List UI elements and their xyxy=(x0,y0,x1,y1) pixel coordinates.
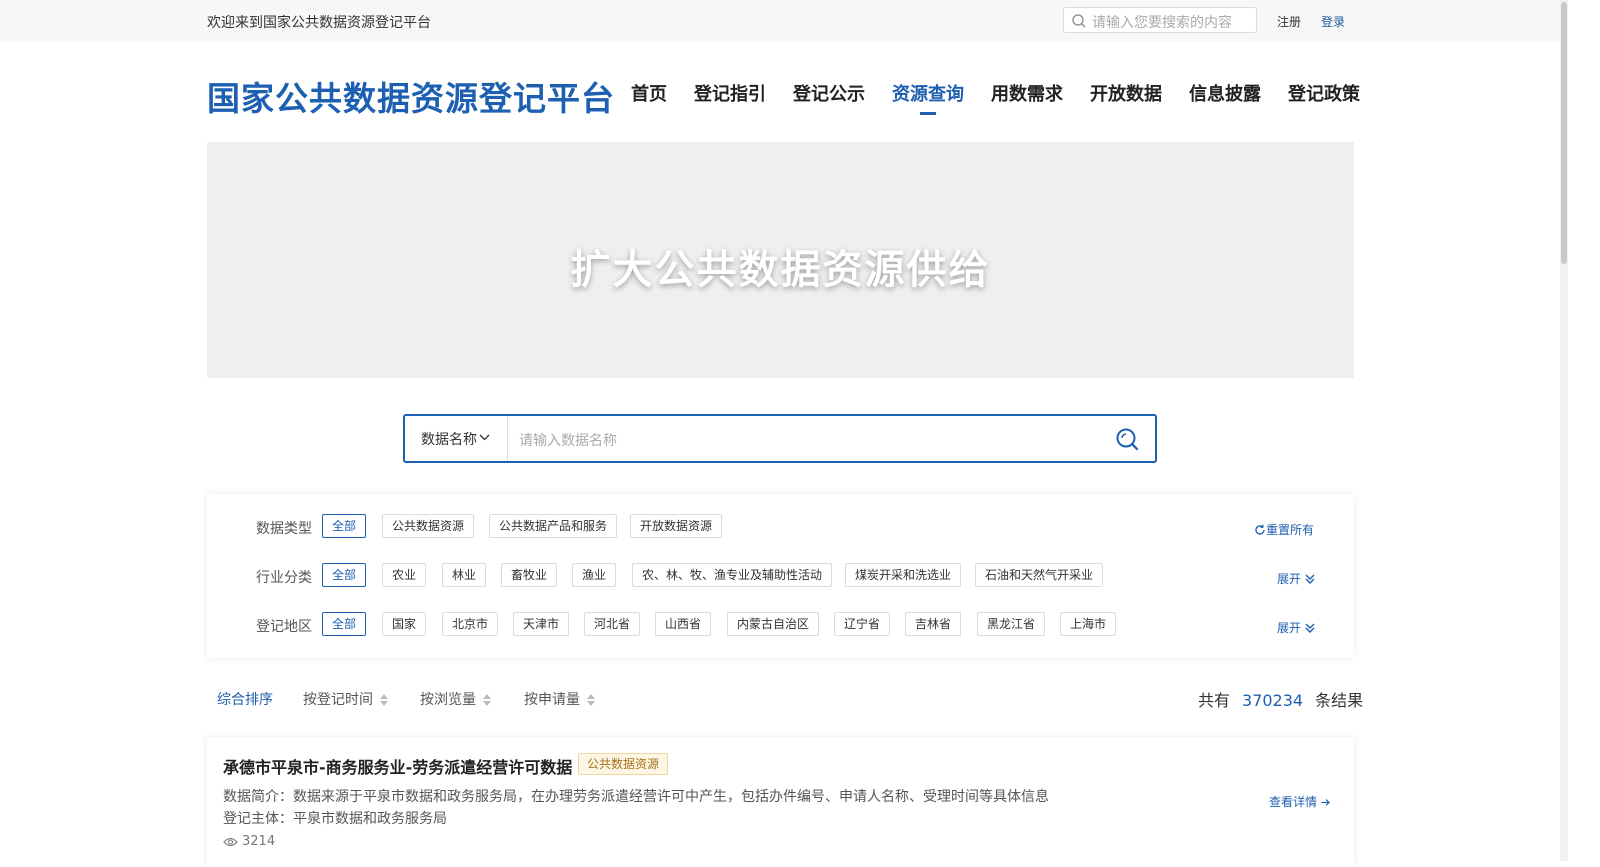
result-count-suffix: 条结果 xyxy=(1315,691,1364,710)
filter-tag[interactable]: 国家 xyxy=(382,612,427,636)
filter-tag[interactable]: 煤炭开采和洗选业 xyxy=(845,563,962,587)
sort-by-applications[interactable]: 按申请量 xyxy=(524,689,595,709)
expand-label: 展开 xyxy=(1277,572,1302,586)
nav-home[interactable]: 首页 xyxy=(631,80,667,106)
filter-tag[interactable]: 黑龙江省 xyxy=(977,612,1046,636)
eye-icon xyxy=(223,837,238,846)
search-button-icon[interactable] xyxy=(1115,427,1139,451)
filter-label-region: 登记地区 xyxy=(256,619,312,635)
result-description: 数据简介：数据来源于平泉市数据和政务服务局，在办理劳务派遣经营许可中产生，包括办… xyxy=(223,789,1049,805)
login-link[interactable]: 登录 xyxy=(1321,13,1345,30)
filter-tag[interactable]: 渔业 xyxy=(572,563,617,587)
filter-tag[interactable]: 林业 xyxy=(442,563,487,587)
sort-by-views[interactable]: 按浏览量 xyxy=(420,689,491,709)
result-count-number: 370234 xyxy=(1242,691,1304,710)
main-nav: 首页 登记指引 登记公示 资源查询 用数需求 开放数据 信息披露 登记政策 xyxy=(631,80,1360,115)
filter-tag[interactable]: 公共数据产品和服务 xyxy=(489,514,618,538)
welcome-text: 欢迎来到国家公共数据资源登记平台 xyxy=(207,15,431,31)
search-type-label: 数据名称 xyxy=(421,432,477,448)
reset-all-label: 重置所有 xyxy=(1266,523,1315,537)
filter-tag[interactable]: 畜牧业 xyxy=(501,563,558,587)
data-search-box: 数据名称 请输入数据名称 xyxy=(403,414,1157,463)
filter-tag[interactable]: 公共数据资源 xyxy=(382,514,475,538)
filter-panel: 数据类型 全部 公共数据资源 公共数据产品和服务 开放数据资源 重置所有 行业分… xyxy=(207,494,1354,658)
double-chevron-down-icon xyxy=(1305,623,1315,633)
filter-tag[interactable]: 北京市 xyxy=(442,612,499,636)
filter-tag[interactable]: 农、林、牧、渔专业及辅助性活动 xyxy=(632,563,833,587)
result-title[interactable]: 承德市平泉市-商务服务业-劳务派遣经营许可数据 xyxy=(223,754,572,778)
expand-industry-button[interactable]: 展开 xyxy=(1277,570,1315,587)
filter-tag[interactable]: 开放数据资源 xyxy=(630,514,723,538)
arrow-right-icon xyxy=(1321,799,1330,806)
site-logo[interactable]: 国家公共数据资源登记平台 xyxy=(207,72,615,120)
double-chevron-down-icon xyxy=(1305,574,1315,584)
sort-arrows-icon xyxy=(483,694,491,706)
result-item: 承德市平泉市-商务服务业-劳务派遣经营许可数据 公共数据资源 数据简介：数据来源… xyxy=(207,737,1354,867)
view-detail-label: 查看详情 xyxy=(1269,795,1318,809)
nav-demand[interactable]: 用数需求 xyxy=(991,80,1063,106)
search-icon xyxy=(1072,14,1086,28)
filter-tag[interactable]: 全部 xyxy=(322,514,367,538)
result-type-badge: 公共数据资源 xyxy=(578,753,669,775)
sort-label: 按浏览量 xyxy=(420,692,476,708)
sort-by-register-time[interactable]: 按登记时间 xyxy=(303,689,388,709)
nav-disclosure[interactable]: 信息披露 xyxy=(1189,80,1261,106)
filter-tag[interactable]: 天津市 xyxy=(513,612,570,636)
filter-tag[interactable]: 吉林省 xyxy=(905,612,962,636)
sort-label: 按登记时间 xyxy=(303,692,373,708)
nav-policy[interactable]: 登记政策 xyxy=(1288,80,1360,106)
result-views: 3214 xyxy=(223,834,275,849)
result-owner: 登记主体：平泉市数据和政务服务局 xyxy=(223,811,447,827)
search-type-select[interactable]: 数据名称 xyxy=(405,416,508,461)
filter-tag[interactable]: 河北省 xyxy=(584,612,641,636)
top-search-placeholder: 请输入您要搜索的内容 xyxy=(1092,15,1232,31)
sort-arrows-icon xyxy=(380,694,388,706)
filter-label-data-type: 数据类型 xyxy=(256,521,312,537)
data-search-input[interactable]: 请输入数据名称 xyxy=(519,430,617,450)
nav-resource-query[interactable]: 资源查询 xyxy=(892,80,964,115)
sort-composite[interactable]: 综合排序 xyxy=(217,689,273,709)
result-count-prefix: 共有 xyxy=(1198,691,1231,710)
result-count: 共有 370234 条结果 xyxy=(1198,687,1363,711)
filter-tag[interactable]: 全部 xyxy=(322,612,367,636)
view-detail-link[interactable]: 查看详情 xyxy=(1269,793,1330,810)
nav-open-data[interactable]: 开放数据 xyxy=(1090,80,1162,106)
scrollbar-thumb[interactable] xyxy=(1561,2,1567,264)
chevron-down-icon xyxy=(479,434,490,441)
filter-tag[interactable]: 山西省 xyxy=(655,612,712,636)
nav-guide[interactable]: 登记指引 xyxy=(694,80,766,106)
expand-label: 展开 xyxy=(1277,621,1302,635)
expand-region-button[interactable]: 展开 xyxy=(1277,619,1315,636)
reset-all-button[interactable]: 重置所有 xyxy=(1254,521,1314,538)
banner: 扩大公共数据资源供给 xyxy=(207,142,1354,378)
nav-publicity[interactable]: 登记公示 xyxy=(793,80,865,106)
filter-tag[interactable]: 农业 xyxy=(382,563,427,587)
sort-label: 按申请量 xyxy=(524,692,580,708)
refresh-icon xyxy=(1255,524,1265,535)
register-link[interactable]: 注册 xyxy=(1277,13,1301,30)
result-views-count: 3214 xyxy=(242,834,276,849)
filter-tag[interactable]: 石油和天然气开采业 xyxy=(975,563,1104,587)
top-search-input[interactable]: 请输入您要搜索的内容 xyxy=(1063,7,1257,33)
banner-text: 扩大公共数据资源供给 xyxy=(570,247,991,293)
filter-tag[interactable]: 内蒙古自治区 xyxy=(727,612,820,636)
filter-tag[interactable]: 全部 xyxy=(322,563,367,587)
filter-tag[interactable]: 辽宁省 xyxy=(834,612,891,636)
sort-label: 综合排序 xyxy=(217,692,273,708)
sort-arrows-icon xyxy=(587,694,595,706)
filter-label-industry: 行业分类 xyxy=(256,570,312,586)
filter-tag[interactable]: 上海市 xyxy=(1060,612,1117,636)
